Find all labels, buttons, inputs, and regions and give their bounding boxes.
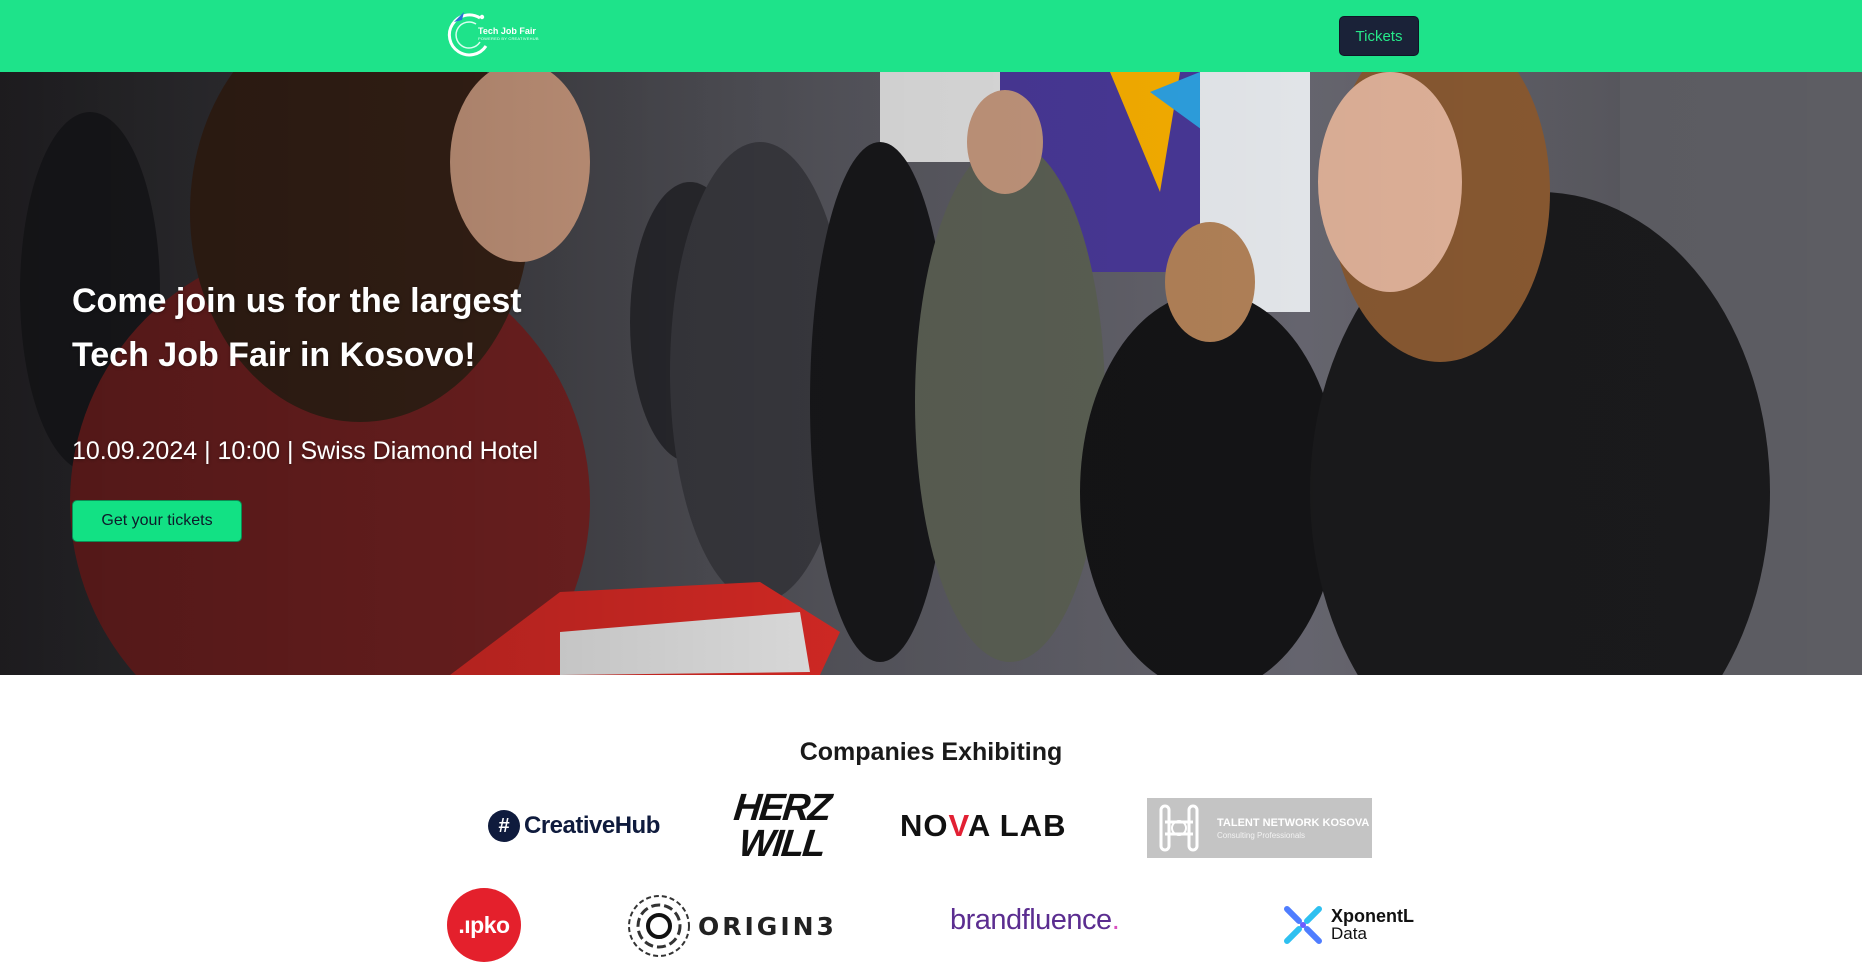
logo-herzwill: HERZ WILL: [731, 787, 832, 865]
brandfluence-wordmark: brandfluence.: [950, 904, 1120, 937]
logo-title: Tech Job Fair: [478, 26, 536, 36]
creativehub-mark-icon: #: [488, 810, 520, 842]
xponentl-name: XponentL: [1331, 906, 1414, 926]
xponentl-mark-icon: [1284, 906, 1322, 944]
herzwill-line-2: WILL: [737, 823, 827, 865]
companies-section-title: Companies Exhibiting: [799, 737, 1063, 766]
logo-nova-lab: NOVA LAB: [900, 808, 1066, 844]
talent-network-name: TALENT NETWORK KOSOVA: [1217, 816, 1370, 829]
hero-heading-line-1: Come join us for the largest: [72, 282, 522, 320]
brandfluence-dot: .: [1111, 904, 1120, 936]
ipko-wordmark: .ıpko: [447, 888, 521, 962]
xponentl-sub: Data: [1331, 924, 1367, 943]
hero-section: Come join us for the largest Tech Job Fa…: [0, 72, 1862, 675]
event-details: 10.09.2024 | 10:00 | Swiss Diamond Hotel: [72, 437, 539, 465]
logo-talent-network-kosova: TALENT NETWORK KOSOVA Consulting Profess…: [1147, 798, 1372, 858]
logo-brandfluence: brandfluence.: [950, 904, 1120, 937]
talent-network-box: TALENT NETWORK KOSOVA Consulting Profess…: [1147, 798, 1372, 858]
top-navbar: Tech Job Fair POWERED BY CREATIVEHUB Tic…: [0, 0, 1862, 72]
logo-xponentl: XponentL Data: [1283, 905, 1414, 945]
origin3-mark-icon: [628, 895, 690, 957]
novalab-wordmark: NOVA LAB: [900, 808, 1066, 844]
logo-subtitle: POWERED BY CREATIVEHUB: [478, 36, 539, 41]
logo-text: Tech Job Fair POWERED BY CREATIVEHUB: [478, 26, 539, 42]
site-logo[interactable]: Tech Job Fair POWERED BY CREATIVEHUB: [446, 8, 539, 64]
hero-heading: Come join us for the largest Tech Job Fa…: [72, 274, 632, 382]
novalab-v: V: [948, 808, 968, 843]
brandfluence-name: brandfluence: [950, 904, 1112, 936]
origin3-wordmark: ORIGIN3: [698, 911, 837, 941]
tickets-button[interactable]: Tickets: [1339, 16, 1419, 56]
creativehub-wordmark: CreativeHub: [524, 812, 660, 839]
get-tickets-button[interactable]: Get your tickets: [72, 500, 242, 542]
herzwill-line-1: HERZ: [731, 787, 832, 829]
novalab-part-2: A LAB: [967, 808, 1067, 843]
novalab-part-1: NO: [900, 808, 949, 843]
hero-heading-line-2: Tech Job Fair in Kosovo!: [72, 336, 476, 374]
talent-network-texts: TALENT NETWORK KOSOVA Consulting Profess…: [1217, 817, 1369, 840]
xponentl-texts: XponentL Data: [1331, 907, 1414, 943]
talent-network-mark-icon: [1159, 804, 1199, 852]
talent-network-tagline: Consulting Professionals: [1217, 830, 1306, 840]
logo-creativehub: # CreativeHub: [488, 810, 660, 842]
logo-origin3: ORIGIN3: [626, 893, 837, 959]
logo-ipko: .ıpko: [447, 888, 521, 962]
